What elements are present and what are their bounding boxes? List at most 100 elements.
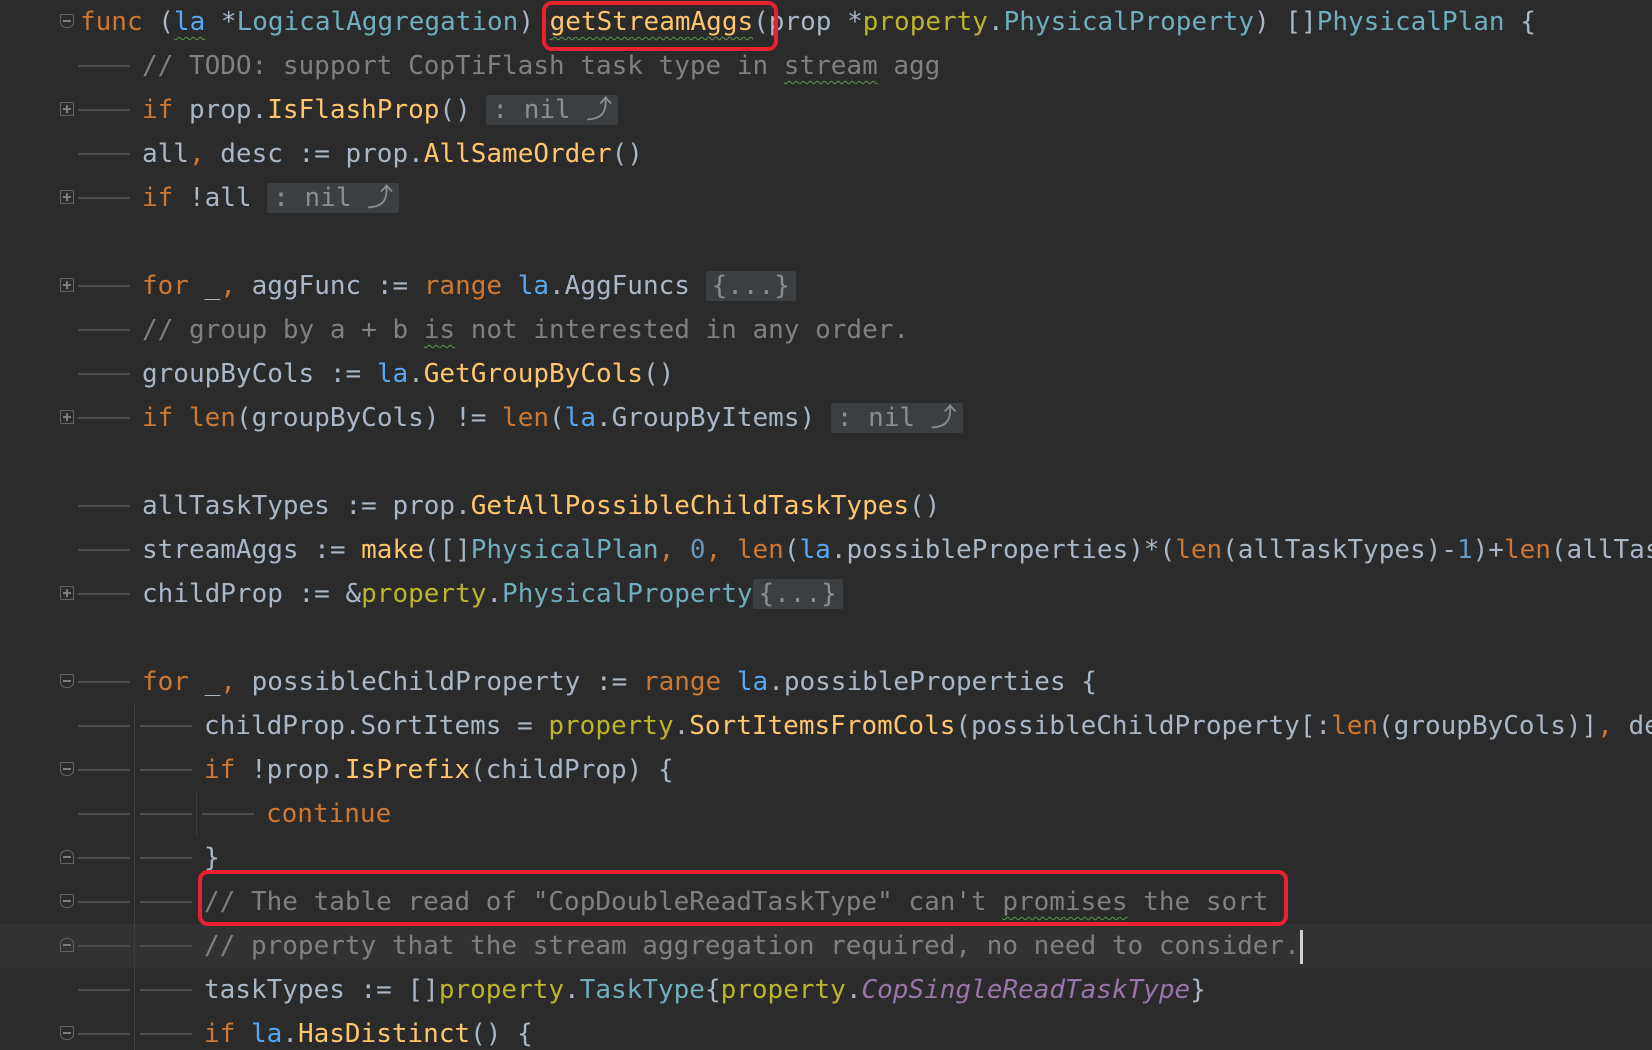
code-text[interactable]: if !all : nil ⤴	[142, 176, 400, 220]
code-text[interactable]: if !prop.IsPrefix(childProp) {	[204, 748, 674, 792]
code-line[interactable]: all, desc := prop.AllSameOrder()	[0, 132, 1652, 176]
code-text[interactable]: // The table read of "CopDoubleReadTaskT…	[204, 880, 1268, 924]
code-line[interactable]: streamAggs := make([]PhysicalPlan, 0, le…	[0, 528, 1652, 572]
fold-expand-icon[interactable]	[60, 278, 74, 292]
code-token: len	[188, 403, 236, 433]
fold-collapse-icon[interactable]	[60, 850, 74, 864]
code-token: "CopDoubleReadTaskType"	[532, 887, 893, 917]
code-token: .	[987, 7, 1004, 37]
code-line[interactable]: // The table read of "CopDoubleReadTaskT…	[0, 880, 1652, 924]
code-text[interactable]: continue	[266, 792, 391, 836]
code-line[interactable]	[0, 440, 1652, 484]
code-token: la	[799, 535, 831, 565]
indent-guide	[78, 857, 130, 859]
fold-collapse-icon[interactable]	[60, 938, 74, 952]
code-text[interactable]: groupByCols := la.GetGroupByCols()	[142, 352, 674, 396]
indent-vertical-guide	[196, 792, 197, 836]
indent-vertical-guide	[134, 880, 135, 924]
code-line[interactable]: taskTypes := []property.TaskType{propert…	[0, 968, 1652, 1012]
code-text[interactable]: taskTypes := []property.TaskType{propert…	[204, 968, 1206, 1012]
code-token: TaskType	[579, 975, 705, 1005]
code-text[interactable]: childProp.SortItems = property.SortItems…	[204, 704, 1652, 748]
code-token: // property that the stream aggregation …	[204, 931, 1300, 961]
code-text[interactable]: all, desc := prop.AllSameOrder()	[142, 132, 643, 176]
code-line[interactable]: for _, possibleChildProperty := range la…	[0, 660, 1652, 704]
code-text[interactable]: for _, aggFunc := range la.AggFuncs {...…	[142, 264, 796, 308]
code-line[interactable]: // TODO: support CopTiFlash task type in…	[0, 44, 1652, 88]
code-token: LogicalAggregation	[236, 7, 519, 37]
code-token: ,	[220, 271, 236, 301]
indent-guide	[202, 813, 254, 815]
code-token: *	[831, 7, 863, 37]
code-token: ()	[642, 359, 675, 389]
code-token: ()	[909, 491, 941, 521]
code-line[interactable]: childProp.SortItems = property.SortItems…	[0, 704, 1652, 748]
code-text[interactable]: func (la *LogicalAggregation) getStreamA…	[80, 0, 1536, 44]
code-line[interactable]: if la.HasDistinct() {	[0, 1012, 1652, 1050]
fold-expand-icon[interactable]	[60, 410, 74, 424]
indent-guide	[78, 505, 130, 507]
fold-collapse-icon[interactable]	[60, 674, 74, 688]
code-line[interactable]: groupByCols := la.GetGroupByCols()	[0, 352, 1652, 396]
code-token: property	[361, 579, 487, 609]
code-token: 0	[689, 535, 706, 565]
fold-collapse-icon[interactable]	[60, 1026, 74, 1040]
code-token: SortItemsFromCols	[689, 711, 956, 741]
code-editor[interactable]: func (la *LogicalAggregation) getStreamA…	[0, 0, 1652, 1050]
code-token: .	[408, 359, 424, 389]
fold-expand-icon[interactable]	[60, 586, 74, 600]
code-text[interactable]: if len(groupByCols) != len(la.GroupByIte…	[142, 396, 963, 440]
code-token: len	[502, 403, 550, 433]
code-line[interactable]: for _, aggFunc := range la.AggFuncs {...…	[0, 264, 1652, 308]
code-text[interactable]: }	[204, 836, 220, 880]
code-token: (possibleChildProperty[:	[955, 711, 1332, 741]
fold-collapse-icon[interactable]	[60, 894, 74, 908]
code-text[interactable]: for _, possibleChildProperty := range la…	[142, 660, 1097, 704]
code-text[interactable]: allTaskTypes := prop.GetAllPossibleChild…	[142, 484, 940, 528]
code-line[interactable]: if len(groupByCols) != len(la.GroupByIte…	[0, 396, 1652, 440]
code-token: property	[438, 975, 565, 1005]
code-token: }	[1190, 975, 1206, 1005]
fold-expand-icon[interactable]	[60, 190, 74, 204]
indent-guide	[140, 813, 192, 815]
fold-expand-icon[interactable]	[60, 102, 74, 116]
code-token: (allTaskTypes)-	[1222, 535, 1457, 565]
code-token: !all	[173, 183, 268, 213]
code-line[interactable]: }	[0, 836, 1652, 880]
code-text[interactable]: streamAggs := make([]PhysicalPlan, 0, le…	[142, 528, 1652, 572]
code-text[interactable]: // TODO: support CopTiFlash task type in…	[142, 44, 940, 88]
code-line[interactable]: if !prop.IsPrefix(childProp) {	[0, 748, 1652, 792]
code-line[interactable]	[0, 220, 1652, 264]
fold-collapse-icon[interactable]	[60, 762, 74, 776]
code-text[interactable]: // group by a + b is not interested in a…	[142, 308, 909, 352]
code-line[interactable]: allTaskTypes := prop.GetAllPossibleChild…	[0, 484, 1652, 528]
code-token: if	[204, 755, 236, 785]
fold-collapse-icon[interactable]	[60, 14, 74, 28]
code-text[interactable]: childProp := &property.PhysicalProperty{…	[142, 572, 843, 616]
code-token: if	[204, 1019, 236, 1049]
indent-guide	[78, 725, 130, 727]
code-text[interactable]: if la.HasDistinct() {	[204, 1012, 533, 1050]
code-line[interactable]: // group by a + b is not interested in a…	[0, 308, 1652, 352]
code-line[interactable]: childProp := &property.PhysicalProperty{…	[0, 572, 1652, 616]
indent-vertical-guide	[134, 792, 135, 836]
code-text[interactable]: // property that the stream aggregation …	[204, 924, 1303, 968]
code-line[interactable]: if !all : nil ⤴	[0, 176, 1652, 220]
code-token: .AggFuncs	[549, 271, 706, 301]
code-token: .	[282, 1019, 298, 1049]
code-token: if	[142, 403, 174, 433]
code-token: ,	[188, 139, 205, 169]
code-token: // The table read of	[204, 887, 533, 917]
code-line[interactable]	[0, 616, 1652, 660]
code-text[interactable]: if prop.IsFlashProp() : nil ⤴	[142, 88, 619, 132]
code-token: len	[1503, 535, 1551, 565]
code-line[interactable]: if prop.IsFlashProp() : nil ⤴	[0, 88, 1652, 132]
indent-guide	[78, 417, 130, 419]
code-token: if	[142, 95, 174, 125]
code-line[interactable]: continue	[0, 792, 1652, 836]
indent-vertical-guide	[134, 1012, 135, 1050]
code-token: HasDistinct	[297, 1019, 471, 1049]
code-line[interactable]: // property that the stream aggregation …	[0, 924, 1652, 968]
code-line[interactable]: func (la *LogicalAggregation) getStreamA…	[0, 0, 1652, 44]
